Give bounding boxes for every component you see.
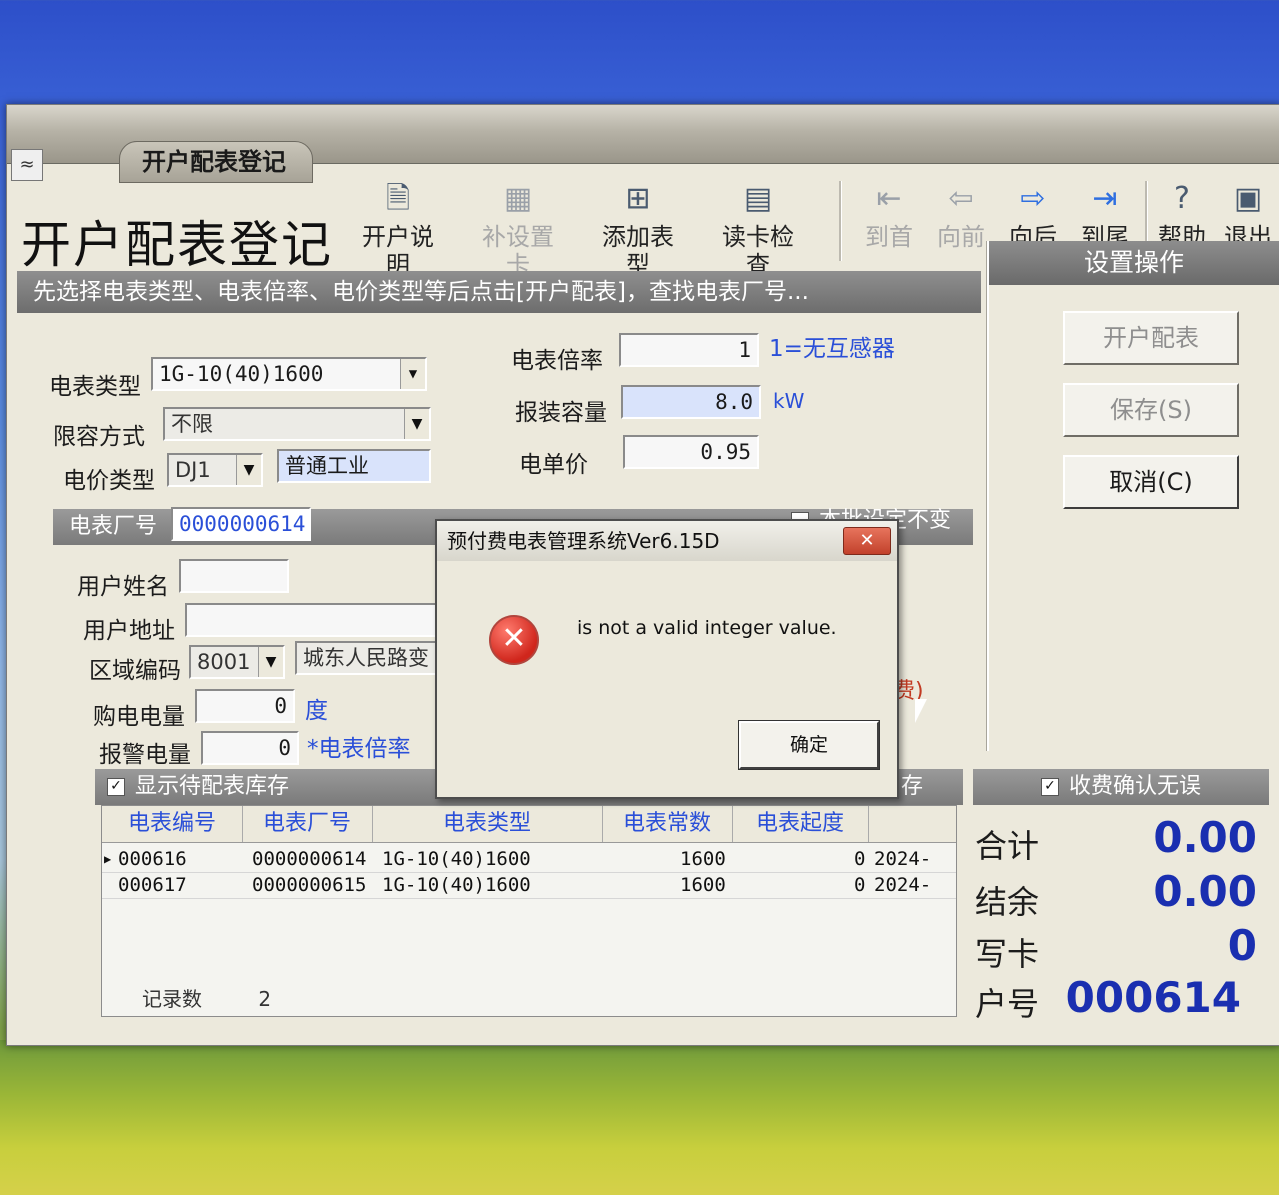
arrow-right-icon: ⇨	[1020, 181, 1046, 216]
area-code-select[interactable]: 8001 ▼	[189, 645, 285, 679]
table-row[interactable]: 000617 0000000615 1G-10(40)1600 1600 0 2…	[102, 872, 956, 899]
show-stock-checkbox[interactable]: ✓ 显示待配表库存	[107, 769, 289, 805]
capacity-label: 报装容量	[515, 400, 607, 426]
open-account-button[interactable]: 开户配表	[1063, 311, 1239, 365]
column-meter-constant[interactable]: 电表常数	[602, 806, 733, 842]
cancel-button[interactable]: 取消(C)	[1063, 455, 1239, 509]
area-name: 城东人民路变	[295, 641, 443, 675]
settings-panel: 设置操作 开户配表 保存(S) 取消(C)	[987, 241, 1279, 751]
title-bar: ≈ 开户配表登记	[7, 105, 1279, 183]
alarm-note: *电表倍率	[307, 736, 411, 762]
balance-label: 结余	[975, 883, 1040, 921]
save-button[interactable]: 保存(S)	[1063, 383, 1239, 437]
document-search-icon: 🗎	[385, 181, 411, 216]
ok-button[interactable]: 确定	[738, 720, 880, 770]
price-type-select[interactable]: DJ1 ▼	[167, 453, 263, 487]
write-card-label: 写卡	[975, 935, 1040, 973]
user-address-input[interactable]	[185, 603, 441, 637]
write-card-value: 0	[1227, 921, 1257, 970]
column-meter-id[interactable]: 电表编号	[102, 806, 243, 842]
record-count: 记录数 2	[142, 987, 272, 1011]
ratio-label: 电表倍率	[511, 348, 603, 374]
settings-panel-title: 设置操作	[989, 241, 1279, 285]
totals-panel: 合计 0.00 结余 0.00 写卡 0 户号 000614	[969, 777, 1271, 1037]
alarm-input[interactable]: 0	[201, 731, 299, 765]
column-factory-no[interactable]: 电表厂号	[242, 806, 373, 842]
chevron-down-icon[interactable]: ▼	[400, 359, 425, 389]
first-record-button[interactable]: ⇤ 到首	[853, 175, 925, 270]
row-pointer-icon: ▶	[104, 852, 112, 866]
arrow-left-icon: ⇦	[948, 181, 974, 216]
arrow-first-icon: ⇤	[876, 181, 902, 216]
chevron-down-icon[interactable]: ▼	[236, 455, 261, 485]
account-value: 000614	[1065, 973, 1241, 1022]
main-window: ≈ 开户配表登记 开户配表登记 🗎 开户说明 ▦ 补设置卡 ⊞ 添加表型 ▤ 读…	[6, 104, 1279, 1046]
page-heading: 开户配表登记	[21, 216, 333, 274]
error-dialog: 预付费电表管理系统Ver6.15D ✕ ✕ is not a valid int…	[435, 519, 899, 799]
user-name-label: 用户姓名	[77, 574, 169, 600]
sum-label: 合计	[975, 827, 1040, 865]
tree-nodes-icon: ⊞	[625, 181, 651, 216]
exit-door-icon: ▣	[1233, 181, 1263, 216]
card-reader-icon: ▤	[743, 181, 773, 216]
error-x-icon: ✕	[489, 615, 539, 665]
account-label: 户号	[975, 985, 1040, 1023]
user-name-input[interactable]	[179, 559, 289, 593]
unit-price-label: 电单价	[519, 452, 588, 478]
capacity-unit: kW	[773, 389, 805, 413]
meter-type-select[interactable]: 1G-10(40)1600 ▼	[151, 357, 427, 391]
purchase-unit: 度	[305, 698, 328, 724]
stock-table-header: 电表编号 电表厂号 电表类型 电表常数 电表起度	[102, 806, 956, 843]
factory-no-input[interactable]: 0000000614	[171, 507, 311, 541]
mouse-cursor-icon	[915, 699, 927, 723]
stock-text-fragment: 存	[901, 774, 924, 799]
reissue-setting-card-button[interactable]: ▦ 补设置卡	[477, 175, 559, 279]
limit-mode-select[interactable]: 不限 ▼	[163, 407, 431, 441]
price-type-label: 电价类型	[63, 468, 155, 494]
unit-price-input[interactable]: 0.95	[623, 435, 759, 469]
hint-bar: 先选择电表类型、电表倍率、电价类型等后点击[开户配表]，查找电表厂号...	[17, 271, 981, 313]
balance-value: 0.00	[1153, 867, 1257, 916]
limit-mode-label: 限容方式	[53, 424, 145, 450]
close-icon[interactable]: ✕	[843, 527, 891, 555]
user-address-label: 用户地址	[83, 618, 175, 644]
stock-table: 电表编号 电表厂号 电表类型 电表常数 电表起度 ▶ 000616 000000…	[101, 805, 957, 1017]
ratio-note: 1=无互感器	[769, 336, 895, 362]
help-open-account-button[interactable]: 🗎 开户说明	[357, 175, 439, 279]
column-meter-type[interactable]: 电表类型	[372, 806, 603, 842]
card-grid-icon: ▦	[503, 181, 533, 216]
capacity-input[interactable]: 8.0	[621, 385, 761, 419]
arrow-last-icon: ⇥	[1092, 181, 1118, 216]
dialog-title: 预付费电表管理系统Ver6.15D	[437, 521, 897, 561]
dialog-message: is not a valid integer value.	[577, 617, 837, 639]
price-type-name: 普通工业	[277, 449, 431, 483]
purchase-input[interactable]: 0	[195, 689, 295, 723]
table-row[interactable]: ▶ 000616 0000000614 1G-10(40)1600 1600 0…	[102, 846, 956, 873]
purchase-label: 购电电量	[93, 704, 185, 730]
column-start-reading[interactable]: 电表起度	[732, 806, 869, 842]
alarm-label: 报警电量	[99, 742, 191, 768]
factory-no-label: 电表厂号	[69, 514, 158, 539]
read-card-check-button[interactable]: ▤ 读卡检查	[717, 175, 799, 279]
sum-value: 0.00	[1153, 813, 1257, 862]
help-question-icon: ?	[1174, 181, 1190, 216]
checkbox-checked-icon: ✓	[107, 778, 125, 796]
area-code-label: 区域编码	[89, 658, 181, 684]
meter-type-label: 电表类型	[49, 374, 141, 400]
add-meter-type-button[interactable]: ⊞ 添加表型	[597, 175, 679, 279]
ratio-input[interactable]: 1	[619, 333, 759, 367]
chevron-down-icon[interactable]: ▼	[258, 647, 283, 677]
toolbar-separator	[839, 181, 842, 261]
desktop-wallpaper-grass	[0, 1040, 1279, 1195]
chevron-down-icon[interactable]: ▼	[404, 409, 429, 439]
